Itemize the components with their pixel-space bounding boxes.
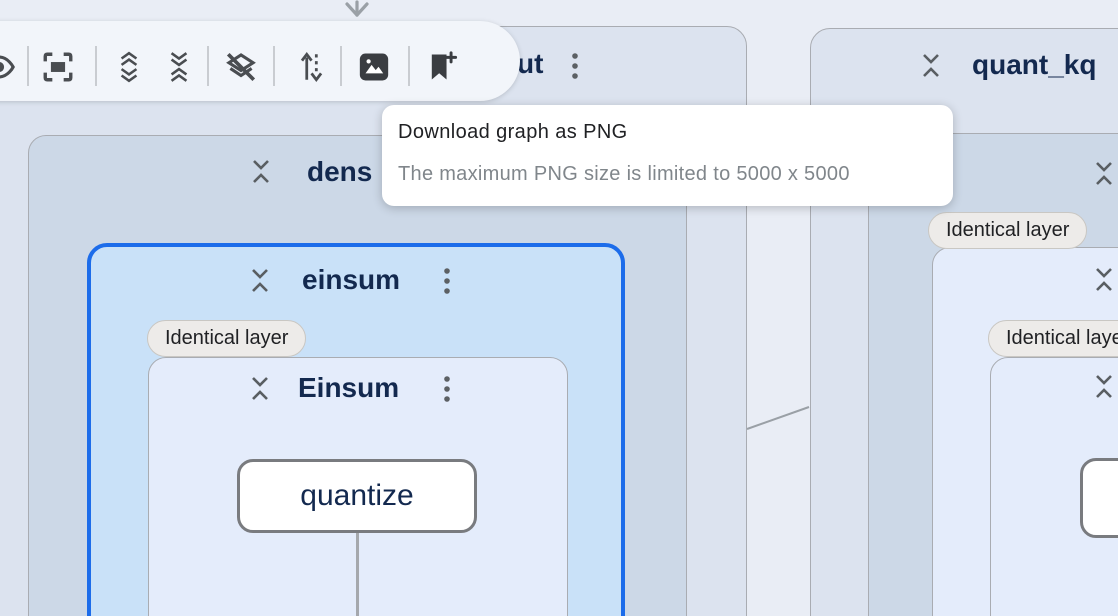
tooltip-subtitle: The maximum PNG size is limited to 5000 … xyxy=(398,163,850,186)
model-graph-canvas[interactable]: Identical layer Identical layer Identica… xyxy=(0,0,1118,616)
edge-from-quantize xyxy=(356,531,359,616)
visibility-icon[interactable] xyxy=(0,50,16,84)
collapse-layer-icon[interactable] xyxy=(250,375,270,402)
collapse-layer-icon[interactable] xyxy=(1094,373,1114,400)
download-png-tooltip: Download graph as PNG The maximum PNG si… xyxy=(382,105,953,206)
op-node-clipped[interactable] xyxy=(1080,458,1118,538)
collapse-layer-icon[interactable] xyxy=(251,158,271,185)
edge-arrowhead-icon xyxy=(347,2,367,15)
collapse-layer-icon[interactable] xyxy=(1094,266,1114,293)
identical-layer-badge: Identical layer xyxy=(988,320,1118,357)
outer-left-panel-title: ut xyxy=(517,48,543,80)
toolbar-separator xyxy=(95,46,97,86)
identical-layer-badge: Identical layer xyxy=(147,320,306,357)
quantize-node[interactable]: quantize xyxy=(237,459,477,533)
toolbar-separator xyxy=(273,46,275,86)
expand-all-layers-icon[interactable] xyxy=(112,50,146,84)
quant-panel-title: quant_kq xyxy=(972,49,1096,81)
collapse-layer-icon[interactable] xyxy=(250,267,270,294)
identical-layer-badge: Identical layer xyxy=(928,212,1087,249)
quantize-node-label: quantize xyxy=(300,479,413,513)
toolbar-separator xyxy=(207,46,209,86)
resize-vertical-icon[interactable] xyxy=(294,50,328,84)
fit-to-screen-icon[interactable] xyxy=(41,50,75,84)
flatten-layers-icon[interactable] xyxy=(224,50,258,84)
einsum-group-title: einsum xyxy=(302,264,400,296)
download-png-icon[interactable] xyxy=(357,50,391,84)
toolbar-separator xyxy=(340,46,342,86)
more-options-icon[interactable] xyxy=(443,267,451,295)
graph-toolbar xyxy=(0,21,520,101)
dense-panel-title: dens xyxy=(307,156,372,188)
tooltip-title: Download graph as PNG xyxy=(398,121,628,144)
more-options-icon[interactable] xyxy=(571,52,579,80)
collapse-layer-icon[interactable] xyxy=(1094,160,1114,187)
toolbar-separator xyxy=(27,46,29,86)
add-bookmark-icon[interactable] xyxy=(425,50,459,84)
einsum-inner-panel-title: Einsum xyxy=(298,372,399,404)
collapse-all-layers-icon[interactable] xyxy=(162,50,196,84)
collapse-layer-icon[interactable] xyxy=(921,52,941,79)
toolbar-separator xyxy=(408,46,410,86)
more-options-icon[interactable] xyxy=(443,375,451,403)
